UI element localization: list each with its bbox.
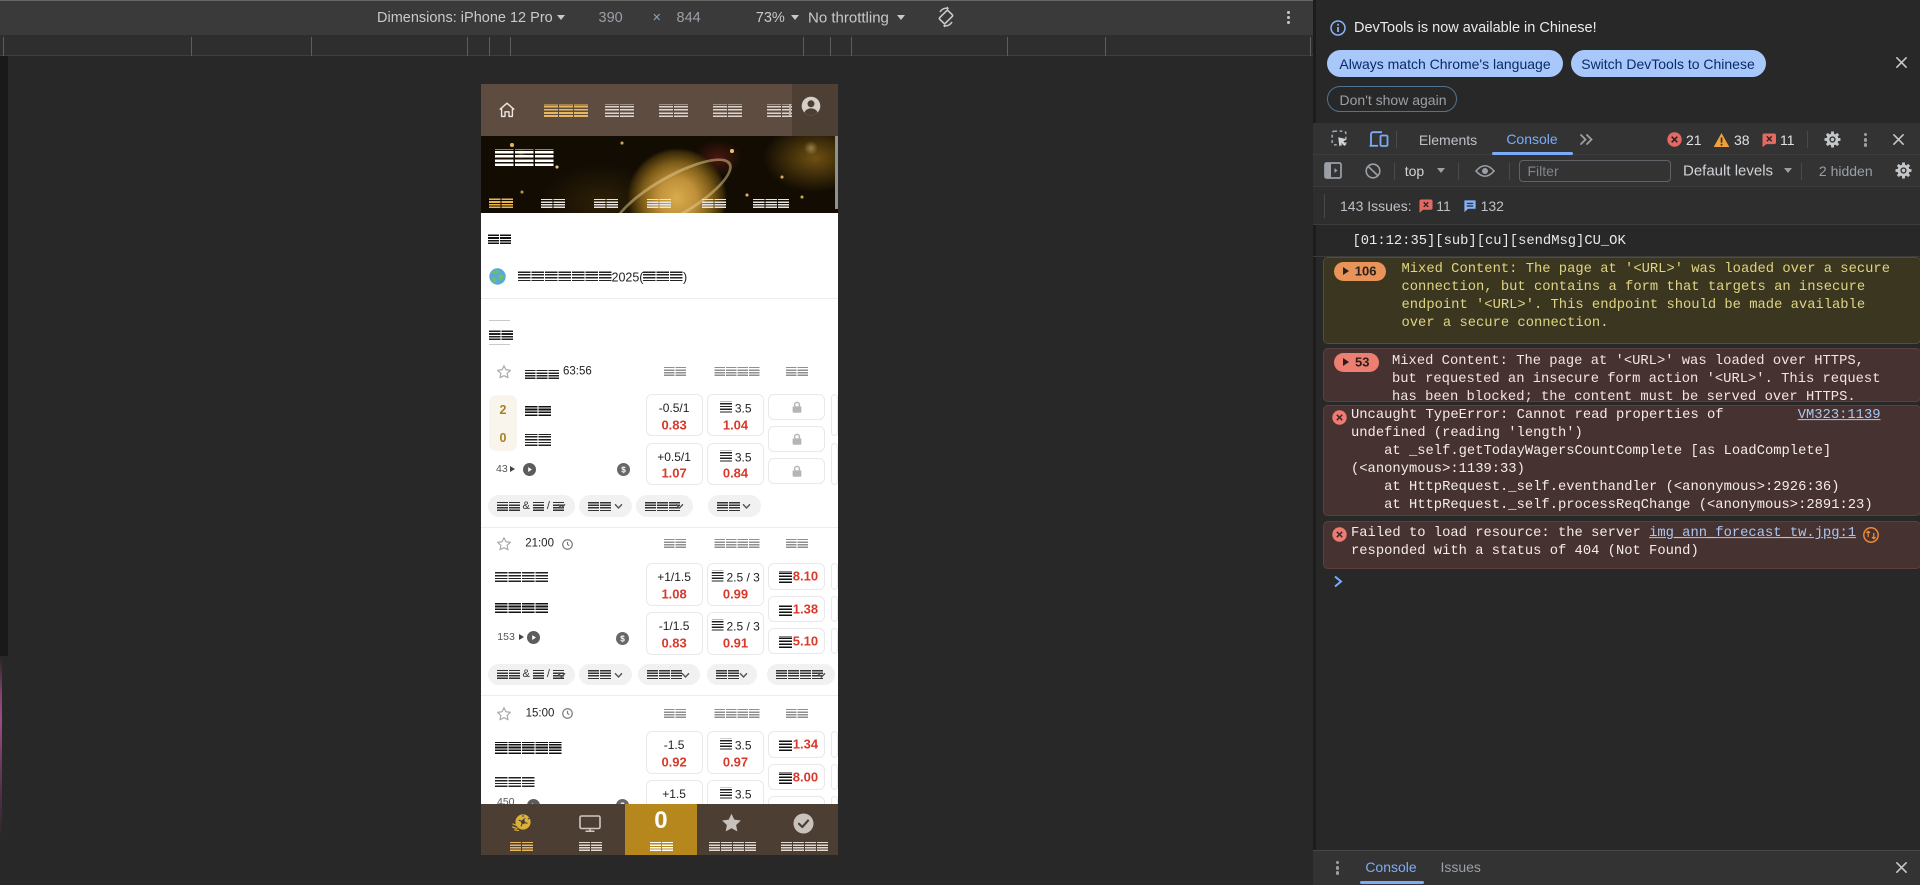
- svg-text:$: $: [621, 634, 626, 643]
- svg-text:$: $: [621, 466, 626, 475]
